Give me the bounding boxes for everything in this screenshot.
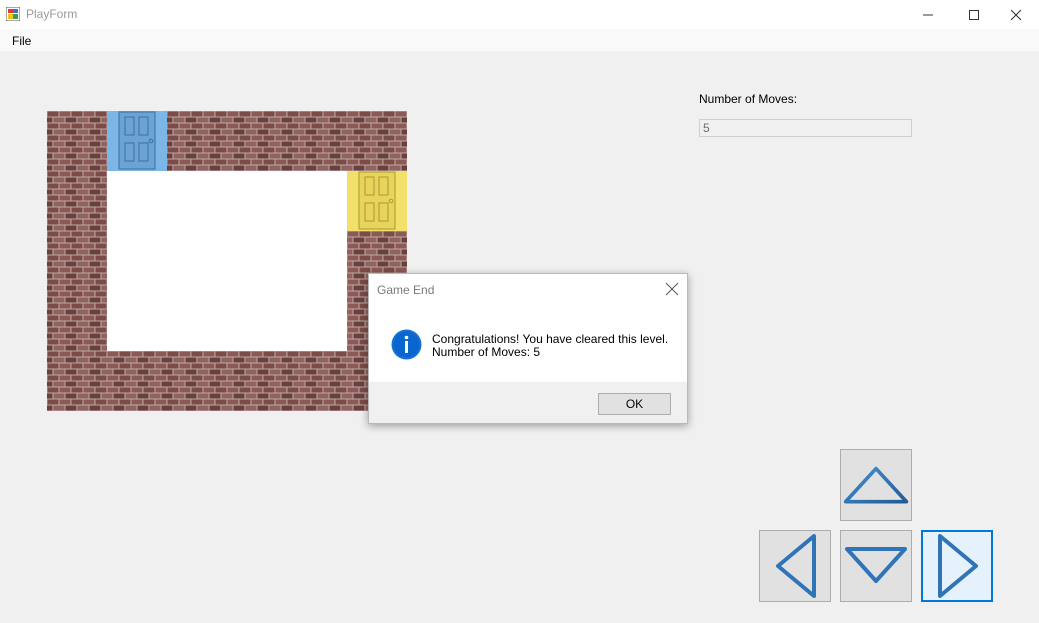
dialog-title-bar: Game End bbox=[369, 274, 687, 304]
up-arrow-icon bbox=[843, 466, 909, 504]
minimize-button[interactable] bbox=[905, 0, 951, 29]
app-icon bbox=[6, 7, 20, 21]
moves-field[interactable] bbox=[699, 119, 912, 137]
title-bar: PlayForm bbox=[0, 0, 1039, 29]
maximize-icon bbox=[969, 9, 979, 20]
dialog-title: Game End bbox=[377, 283, 435, 297]
game-end-dialog: Game End Congratulations! You have clear… bbox=[368, 273, 688, 424]
menu-bar: File bbox=[0, 29, 1039, 51]
window-title: PlayForm bbox=[26, 7, 78, 21]
left-arrow-icon bbox=[776, 534, 816, 598]
right-button[interactable] bbox=[921, 530, 993, 602]
moves-label: Number of Moves: bbox=[699, 92, 798, 106]
down-button[interactable] bbox=[840, 530, 912, 602]
yellow-door bbox=[347, 171, 407, 231]
dialog-close-icon[interactable] bbox=[663, 280, 681, 298]
game-board bbox=[47, 111, 407, 411]
close-button[interactable] bbox=[993, 0, 1039, 29]
blue-door bbox=[107, 111, 167, 171]
info-icon bbox=[391, 329, 422, 360]
maximize-button[interactable] bbox=[951, 0, 997, 29]
dialog-message-line2: Number of Moves: 5 bbox=[432, 345, 541, 359]
down-arrow-icon bbox=[845, 547, 907, 583]
close-icon bbox=[1010, 9, 1022, 20]
right-arrow-icon bbox=[938, 534, 978, 598]
up-button[interactable] bbox=[840, 449, 912, 521]
menu-item-file[interactable]: File bbox=[12, 34, 31, 48]
empty-floor bbox=[107, 171, 347, 351]
dialog-body: Congratulations! You have cleared this l… bbox=[369, 304, 687, 382]
ok-button[interactable]: OK bbox=[598, 393, 671, 415]
minimize-icon bbox=[923, 14, 933, 15]
dialog-message: Congratulations! You have cleared this l… bbox=[432, 333, 668, 359]
left-button[interactable] bbox=[759, 530, 831, 602]
